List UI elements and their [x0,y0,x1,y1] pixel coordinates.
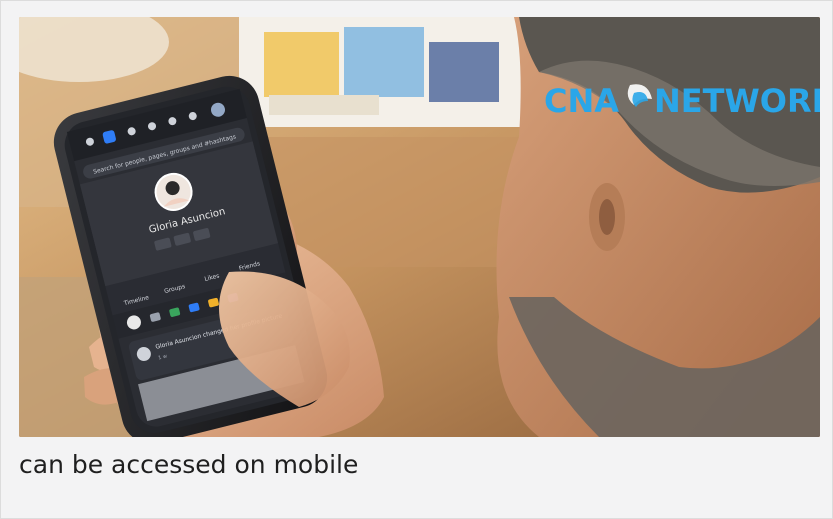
article-photo: Search for people, pages, groups and #ha… [19,17,820,437]
image-card: Search for people, pages, groups and #ha… [0,0,833,519]
svg-text:CNA: CNA [544,82,619,120]
svg-text:NETWORK: NETWORK [654,82,820,120]
image-caption: can be accessed on mobile [19,450,359,479]
cna-network-logo: CNA NETWORK [544,82,820,120]
